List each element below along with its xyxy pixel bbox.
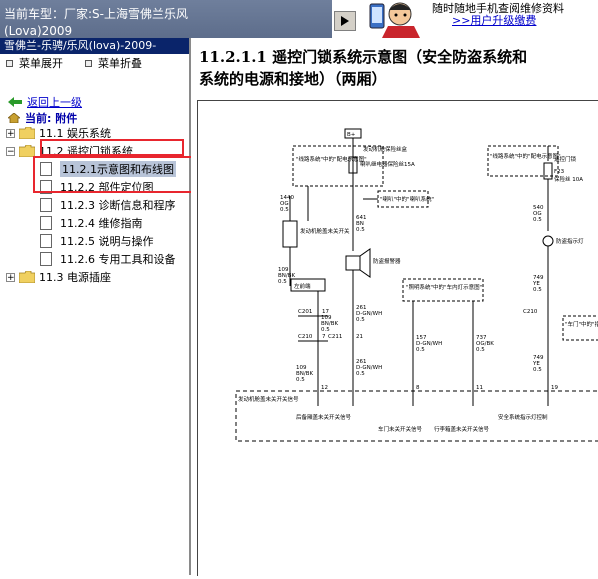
tree-node-power-outlet[interactable]: + 11.3 电源插座 [6,268,111,286]
label-w749b-size: 0.5 [533,367,542,373]
label-bplus: B+ [347,132,356,138]
label-hood-signal: 发动机舱盖未关开关信号 [238,395,299,403]
label-hood-switch: 发动机舱盖未关开关 [300,227,350,235]
upgrade-link[interactable]: >>用户升级缴费 [452,12,536,28]
label-ref2: "线路系统"中的"配电示意图" [490,152,561,160]
title-line-1: 11.2.1.1 遥控门锁系统示意图（安全防盗系统和 [199,48,528,66]
wiring-diagram: B+ 发动机舱保险丝盒 "线路系统"中的"配电示意图" 喇叭继电器保险丝15A … [197,100,598,576]
label-sec-lamp: 防盗指示灯 [556,237,584,245]
label-c210a-pin: 7 [322,334,326,340]
car-type-line2: (Lova)2009 [4,24,73,38]
expand-all-label: 菜单展开 [19,57,63,70]
label-left-front: 左前端 [294,282,311,290]
label-door-signal: 车门未关开关信号 [378,425,423,433]
label-siren: 防盗报警器 [373,257,401,265]
label-pin19: 19 [551,385,558,391]
tree-node-label: 11.3 电源插座 [39,271,111,284]
label-w157-size: 0.5 [416,347,425,353]
tree-node-label: 11.2.6 专用工具和设备 [60,253,176,266]
document-title: 11.2.1.1 遥控门锁系统示意图（安全防盗系统和 系统的电源和接地）（两厢） [199,46,598,90]
label-pin12: 12 [321,385,328,391]
label-fuse1: 喇叭继电器保险丝15A [360,160,415,168]
collapse-icon [85,59,92,67]
label-pin11: 11 [476,385,483,391]
play-arrow-icon [341,16,349,26]
expand-icon [6,59,13,67]
label-w261a-size: 0.5 [356,317,365,323]
label-w737-size: 0.5 [476,347,485,353]
label-w109b-size: 0.5 [321,327,330,333]
house-icon [8,113,20,123]
tree-node-special-tools[interactable]: 11.2.6 专用工具和设备 [40,250,175,268]
expand-all-button[interactable]: 菜单展开 [6,55,63,71]
collapse-all-button[interactable]: 菜单折叠 [85,55,142,71]
tree-node-diagnostics[interactable]: 11.2.3 诊断信息和程序 [40,196,175,214]
tree-node-label: 11.2.3 诊断信息和程序 [60,199,176,212]
label-c211-pin: 21 [356,334,363,340]
highlight-box-schematic [33,156,212,193]
car-type-label: 当前车型： [4,7,65,21]
label-c210a: C210 [298,334,313,340]
document-icon [40,234,52,248]
tree-toolbar: 菜单展开 菜单折叠 [0,54,189,72]
label-fuse-box: 发动机舱保险丝盒 [363,145,408,153]
label-c201: C201 [298,309,312,315]
minus-icon: − [6,146,15,157]
label-pin8: 8 [416,385,420,391]
label-w641-size: 0.5 [356,227,365,233]
document-icon [40,198,52,212]
car-type-value: 厂家:S-上海雪佛兰乐风 [64,7,189,21]
label-door-ref: "车门"中的"指示器示意" [565,320,598,328]
back-link-label: 返回上一级 [27,96,82,109]
tree-node-repair-guide[interactable]: 11.2.4 维修指南 [40,214,142,232]
toggle-panel-button[interactable] [334,11,356,31]
folder-icon [19,127,35,139]
document-icon [40,216,52,230]
plus-icon: + [6,272,15,283]
plus-icon: + [6,128,15,139]
label-lamp-ref: "照明系统"中的"车内灯示意图" [406,283,482,291]
label-fuse2b: F23 [554,169,565,175]
tree-node-label: 11.2.5 说明与操作 [60,235,154,248]
label-horn-ref: "喇叭"中的"喇叭系统" [380,195,434,203]
label-sec-lamp-ctrl: 安全系统指示灯控制 [498,413,548,421]
label-w540-size: 0.5 [533,217,542,223]
label-w109a-size: 0.5 [278,279,287,285]
label-fuse2a: 遥控门锁 [554,155,577,163]
highlight-box-remote-lock [40,139,184,156]
mascot-image [369,2,420,38]
green-arrow-left-icon [8,97,22,107]
document-icon [40,252,52,266]
collapse-all-label: 菜单折叠 [98,57,142,70]
label-w261b-size: 0.5 [356,371,365,377]
label-c210b: C210 [523,309,538,315]
label-trunk-signal: 后备厢盖未关开关信号 [296,413,352,421]
label-fuse2c: 保险丝 10A [554,175,583,183]
label-w749a-size: 0.5 [533,287,542,293]
branch-title: 雪佛兰-乐骋/乐风(lova)-2009- [0,38,189,54]
label-w1440-size: 0.5 [280,207,289,213]
schematic-drawing: B+ 发动机舱保险丝盒 "线路系统"中的"配电示意图" 喇叭继电器保险丝15A … [235,128,598,442]
title-line-2: 系统的电源和接地）（两厢） [199,70,387,88]
current-car-type[interactable]: 当前车型：厂家:S-上海雪佛兰乐风 (Lova)2009 [0,0,332,38]
sidebar: 雪佛兰-乐骋/乐风(lova)-2009- 菜单展开 菜单折叠 返回上一级 当前… [0,38,191,575]
label-w109c-size: 0.5 [296,377,305,383]
label-lock-signal: 行李箱盖未关开关信号 [434,425,490,433]
back-link[interactable]: 返回上一级 [8,94,82,110]
tree-node-label: 11.2.4 维修指南 [60,217,143,230]
content-pane: 11.2.1.1 遥控门锁系统示意图（安全防盗系统和 系统的电源和接地）（两厢） [191,38,598,576]
tree-node-description[interactable]: 11.2.5 说明与操作 [40,232,153,250]
folder-icon [19,271,35,283]
top-bar: 当前车型：厂家:S-上海雪佛兰乐风 (Lova)2009 随时随地手机查阅维修资… [0,0,598,38]
promo-area: 随时随地手机查阅维修资料 >>用户升级缴费 [430,0,598,38]
label-ref1: "线路系统"中的"配电示意图" [296,155,367,163]
label-c211: C211 [328,334,342,340]
